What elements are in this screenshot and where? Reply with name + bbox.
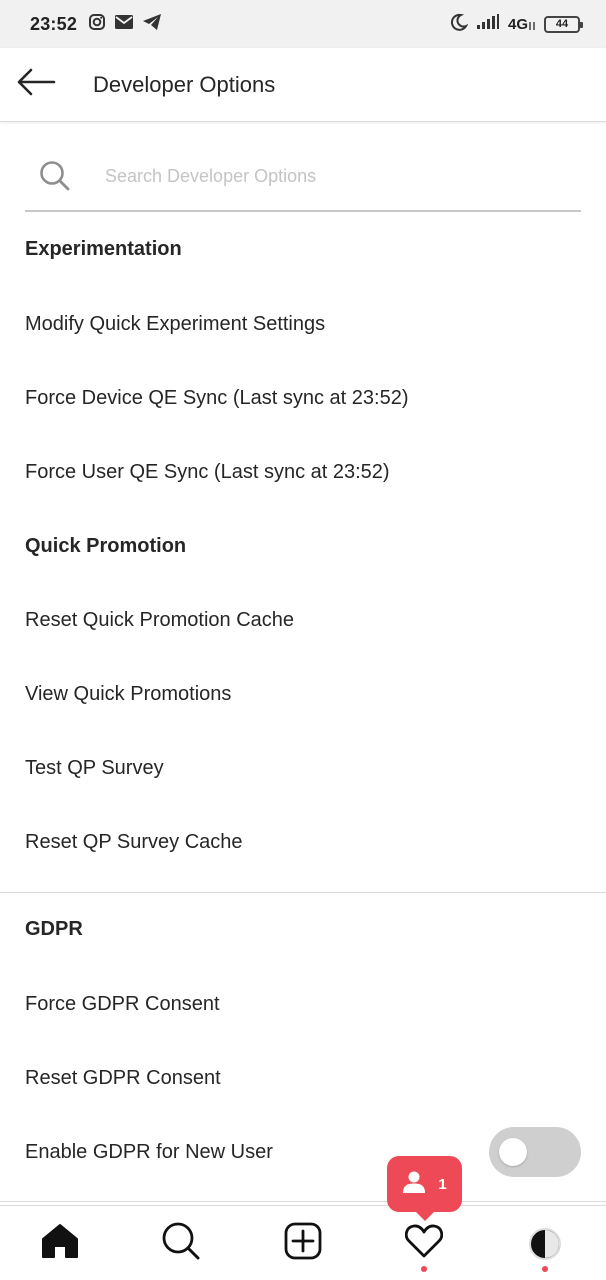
option-force-device-qe-sync[interactable]: Force Device QE Sync (Last sync at 23:52… — [0, 361, 606, 435]
telegram-icon — [142, 13, 162, 36]
tab-new-post[interactable] — [263, 1206, 343, 1280]
home-icon — [41, 1223, 79, 1264]
tab-profile[interactable] — [505, 1206, 585, 1280]
option-label: Modify Quick Experiment Settings — [25, 312, 326, 335]
option-reset-qp-survey-cache[interactable]: Reset QP Survey Cache — [0, 805, 606, 879]
mail-icon — [114, 14, 134, 35]
battery-icon: 44 — [544, 15, 583, 33]
option-label: Test QP Survey — [25, 756, 164, 779]
profile-avatar — [529, 1227, 561, 1260]
activity-dot — [421, 1266, 427, 1272]
person-icon — [402, 1170, 426, 1199]
app-header: Developer Options — [0, 48, 606, 122]
instagram-icon — [88, 13, 106, 36]
toggle-knob — [499, 1138, 527, 1166]
option-label: Force GDPR Consent — [25, 992, 220, 1015]
option-reset-gdpr-consent[interactable]: Reset GDPR Consent — [0, 1041, 606, 1115]
option-modify-quick-experiment-settings[interactable]: Modify Quick Experiment Settings — [0, 287, 606, 361]
option-label: Reset GDPR Consent — [25, 1066, 221, 1089]
option-force-user-qe-sync[interactable]: Force User QE Sync (Last sync at 23:52) — [0, 435, 606, 509]
enable-gdpr-new-user-toggle[interactable] — [489, 1127, 581, 1177]
option-test-qp-survey[interactable]: Test QP Survey — [0, 731, 606, 805]
section-header-gdpr: GDPR — [25, 918, 83, 940]
search-icon — [161, 1221, 201, 1266]
notification-count: 1 — [438, 1175, 447, 1193]
notification-icons — [88, 13, 162, 36]
option-label: View Quick Promotions — [25, 682, 232, 705]
option-view-quick-promotions[interactable]: View Quick Promotions — [0, 657, 606, 731]
search-bar — [25, 142, 581, 212]
option-label: Force Device QE Sync (Last sync at 23:52… — [25, 386, 409, 409]
tab-search[interactable] — [141, 1206, 221, 1280]
option-force-gdpr-consent[interactable]: Force GDPR Consent — [0, 967, 606, 1041]
status-time: 23:52 — [30, 13, 78, 34]
option-label: Reset Quick Promotion Cache — [25, 608, 295, 631]
search-input[interactable] — [105, 165, 545, 187]
option-label: Reset QP Survey Cache — [25, 830, 243, 853]
option-label: Enable GDPR for New User — [25, 1140, 273, 1163]
section-header-experimentation: Experimentation — [25, 238, 182, 260]
battery-level: 44 — [555, 18, 569, 30]
tab-home[interactable] — [20, 1206, 100, 1280]
new-post-icon — [284, 1222, 322, 1265]
activity-heart-icon — [404, 1224, 444, 1263]
profile-dot — [542, 1266, 548, 1272]
option-reset-quick-promotion-cache[interactable]: Reset Quick Promotion Cache — [0, 583, 606, 657]
page-title: Developer Options — [93, 71, 276, 97]
follow-request-notification[interactable]: 1 — [387, 1156, 462, 1221]
status-right: 4G 44 — [450, 13, 583, 36]
network-icon: 4G — [508, 16, 536, 33]
section-divider — [0, 892, 606, 893]
moon-icon — [450, 13, 469, 36]
section-divider — [0, 1201, 606, 1202]
section-header-quick-promotion: Quick Promotion — [25, 535, 187, 557]
network-label: 4G — [507, 15, 528, 33]
status-bar: 23:52 4G 44 — [0, 0, 606, 48]
back-button[interactable] — [0, 48, 72, 122]
option-label: Force User QE Sync (Last sync at 23:52) — [25, 460, 390, 483]
arrow-left-icon — [16, 68, 56, 101]
status-left: 23:52 — [30, 13, 162, 36]
signal-icon — [476, 13, 500, 35]
search-icon — [25, 141, 85, 211]
bottom-tab-bar — [0, 1205, 606, 1280]
